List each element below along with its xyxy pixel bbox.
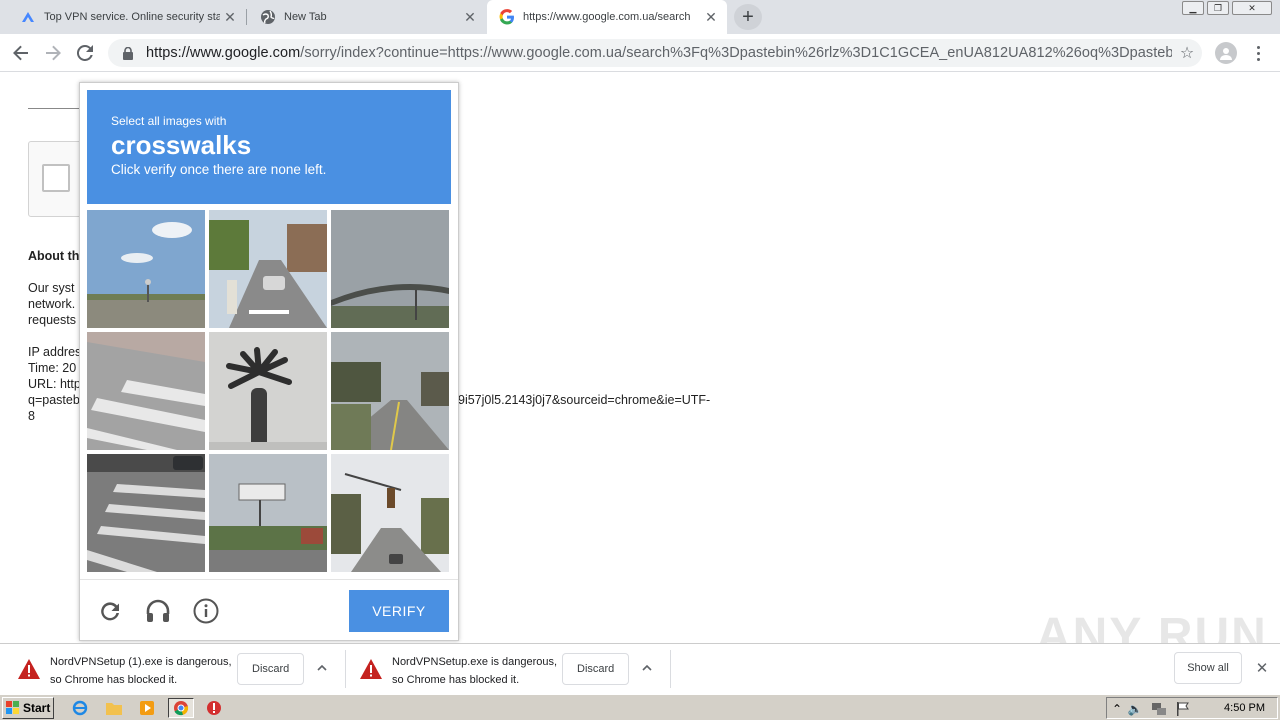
- shelf-divider: [670, 650, 671, 688]
- back-arrow-icon: [13, 45, 28, 61]
- about-para-line: Our syst: [28, 281, 75, 295]
- info-icon[interactable]: [192, 597, 220, 625]
- image-tile[interactable]: [87, 210, 205, 328]
- discard-button[interactable]: Discard: [562, 653, 630, 685]
- new-tab-button[interactable]: +: [734, 4, 762, 30]
- challenge-hint: Click verify once there are none left.: [111, 162, 327, 177]
- recaptcha-challenge: Select all images with crosswalks Click …: [79, 82, 459, 641]
- volume-icon[interactable]: 🔈: [1127, 701, 1143, 717]
- window-controls: ▁ ❐ ✕: [1182, 1, 1272, 15]
- windows-taskbar: Start ⌃ 🔈 4:50 PM: [0, 694, 1280, 720]
- query-line-end: 8: [28, 409, 35, 423]
- discard-button[interactable]: Discard: [237, 653, 305, 685]
- tab-new-tab[interactable]: New Tab ✕: [240, 0, 486, 34]
- time-line: Time: 20: [28, 361, 77, 375]
- tab-title: https://www.google.com.ua/search: [523, 11, 691, 23]
- url-host: https://www.google.com: [146, 45, 301, 61]
- globe-icon: [260, 9, 276, 25]
- nordvpn-icon: [20, 9, 36, 25]
- stop-app-icon[interactable]: [204, 698, 224, 718]
- tab-close-icon[interactable]: ✕: [701, 9, 721, 26]
- back-button[interactable]: [8, 40, 34, 66]
- danger-warning-icon: [18, 659, 40, 684]
- tab-title: New Tab: [284, 11, 327, 23]
- download-message-line: so Chrome has blocked it.: [392, 674, 520, 686]
- image-tile[interactable]: [87, 454, 205, 572]
- tab-close-icon[interactable]: ✕: [220, 9, 240, 26]
- image-tile[interactable]: [87, 332, 205, 450]
- download-item: NordVPNSetup.exe is dangerous, so Chrome…: [342, 644, 670, 694]
- recaptcha-checkbox[interactable]: [42, 164, 70, 192]
- verify-button[interactable]: VERIFY: [349, 590, 449, 632]
- window-close-icon[interactable]: ✕: [1232, 1, 1272, 15]
- challenge-header: Select all images with crosswalks Click …: [87, 90, 451, 204]
- action-center-flag-icon[interactable]: [1175, 701, 1191, 717]
- download-message-line: NordVPNSetup.exe is dangerous,: [392, 656, 558, 668]
- chevron-up-icon[interactable]: [639, 660, 655, 676]
- image-tile[interactable]: [331, 210, 449, 328]
- minimize-icon[interactable]: ▁: [1182, 1, 1204, 15]
- about-para-line: network.: [28, 297, 76, 311]
- audio-challenge-icon[interactable]: [144, 597, 172, 625]
- download-message-line: so Chrome has blocked it.: [50, 674, 178, 686]
- forward-arrow-icon: [46, 45, 61, 61]
- clock: 4:50 PM: [1224, 702, 1265, 714]
- start-label: Start: [23, 701, 51, 715]
- media-player-icon[interactable]: [137, 698, 157, 718]
- about-heading: About th: [28, 249, 80, 263]
- challenge-instruction: Select all images with: [111, 114, 227, 128]
- reload-icon: [77, 45, 93, 61]
- download-message: NordVPNSetup.exe is dangerous, so Chrome…: [392, 653, 557, 689]
- system-tray: ⌃ 🔈 4:50 PM: [1106, 697, 1278, 719]
- show-all-button[interactable]: Show all: [1174, 652, 1242, 684]
- danger-warning-icon: [360, 659, 382, 684]
- tab-close-icon[interactable]: ✕: [460, 9, 480, 26]
- reload-challenge-icon[interactable]: [96, 597, 124, 625]
- tray-expand-icon[interactable]: ⌃: [1109, 701, 1125, 717]
- bookmark-star-icon[interactable]: ☆: [1172, 43, 1202, 63]
- file-explorer-icon[interactable]: [104, 698, 124, 718]
- image-tile[interactable]: [331, 332, 449, 450]
- challenge-footer: VERIFY: [80, 579, 458, 641]
- download-message-line: NordVPNSetup (1).exe is dangerous,: [50, 656, 232, 668]
- challenge-target: crosswalks: [111, 130, 252, 160]
- lock-icon: [120, 46, 136, 60]
- tab-strip: Top VPN service. Online security sta ✕ N…: [0, 0, 1280, 34]
- about-para-line: requests: [28, 313, 76, 327]
- google-g-icon: [499, 9, 515, 25]
- download-message: NordVPNSetup (1).exe is dangerous, so Ch…: [50, 653, 232, 689]
- close-shelf-icon[interactable]: ✕: [1252, 658, 1272, 678]
- network-icon[interactable]: [1151, 701, 1167, 717]
- ip-address-line: IP addres: [28, 345, 82, 359]
- chevron-up-icon[interactable]: [314, 660, 330, 676]
- profile-avatar-icon[interactable]: [1215, 42, 1237, 64]
- image-tile[interactable]: [209, 454, 327, 572]
- forward-button[interactable]: [40, 40, 66, 66]
- address-bar[interactable]: https://www.google.com/sorry/index?conti…: [108, 39, 1202, 67]
- download-shelf: NordVPNSetup (1).exe is dangerous, so Ch…: [0, 643, 1280, 693]
- internet-explorer-icon[interactable]: [70, 698, 90, 718]
- tab-title: Top VPN service. Online security sta: [44, 11, 220, 23]
- reload-button[interactable]: [72, 40, 98, 66]
- start-button[interactable]: Start: [2, 697, 54, 719]
- tab-nordvpn[interactable]: Top VPN service. Online security sta ✕: [0, 0, 246, 34]
- query-line: q=pasteb: [28, 393, 80, 407]
- chrome-taskbar-icon[interactable]: [168, 698, 194, 718]
- tab-google-search[interactable]: https://www.google.com.ua/search ✕: [487, 0, 727, 34]
- url-text: https://www.google.com/sorry/index?conti…: [146, 45, 1172, 61]
- windows-logo-icon: [6, 701, 19, 714]
- url-line: URL: http: [28, 377, 81, 391]
- chrome-menu-icon[interactable]: [1253, 42, 1263, 64]
- image-grid: [87, 210, 453, 576]
- restore-icon[interactable]: ❐: [1207, 1, 1229, 15]
- image-tile[interactable]: [209, 332, 327, 450]
- image-tile[interactable]: [331, 454, 449, 572]
- image-tile[interactable]: [209, 210, 327, 328]
- download-item: NordVPNSetup (1).exe is dangerous, so Ch…: [0, 644, 345, 694]
- url-path: /sorry/index?continue=https://www.google…: [300, 45, 1172, 61]
- query-line-tail: 9i57j0l5.2143j0j7&sourceid=chrome&ie=UTF…: [458, 393, 711, 407]
- browser-toolbar: https://www.google.com/sorry/index?conti…: [0, 34, 1280, 72]
